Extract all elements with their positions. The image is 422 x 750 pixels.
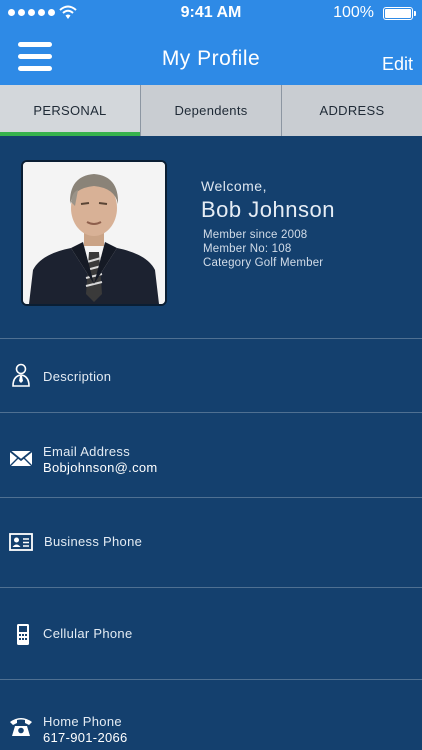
member-number: Member No: 108 (203, 243, 292, 255)
telephone-icon (10, 718, 32, 736)
divider (0, 587, 422, 588)
tab-bar: PERSONAL Dependents ADDRESS (0, 85, 422, 136)
tab-personal[interactable]: PERSONAL (0, 85, 141, 136)
welcome-text: Welcome, (201, 178, 267, 194)
app-header: 9:41 AM 100% My Profile Edit (0, 0, 422, 85)
home-phone-label: Home Phone (43, 714, 122, 729)
email-address-label: Email Address (43, 444, 130, 459)
mobile-phone-icon (17, 624, 29, 645)
page-title: My Profile (161, 47, 261, 70)
divider (0, 497, 422, 498)
description-label: Description (43, 369, 112, 384)
home-phone-value[interactable]: 617-901-2066 (43, 730, 128, 745)
member-category: Category Golf Member (203, 257, 324, 269)
profile-photo (21, 160, 167, 306)
battery-percentage: 100% (333, 4, 374, 21)
cellular-phone-label: Cellular Phone (43, 626, 133, 641)
business-phone-label: Business Phone (44, 534, 143, 549)
id-card-icon (9, 533, 33, 551)
member-since: Member since 2008 (203, 229, 308, 241)
battery-icon (383, 7, 416, 20)
divider (0, 412, 422, 413)
tab-address[interactable]: ADDRESS (282, 85, 422, 136)
edit-button[interactable]: Edit (382, 54, 413, 75)
status-bar: 9:41 AM 100% (0, 0, 422, 26)
member-name: Bob Johnson (201, 197, 335, 222)
divider (0, 338, 422, 339)
tab-dependents[interactable]: Dependents (141, 85, 282, 136)
envelope-icon (9, 450, 33, 467)
person-tie-icon (12, 363, 30, 387)
divider (0, 679, 422, 680)
email-address-value[interactable]: Bobjohnson@.com (43, 460, 158, 475)
